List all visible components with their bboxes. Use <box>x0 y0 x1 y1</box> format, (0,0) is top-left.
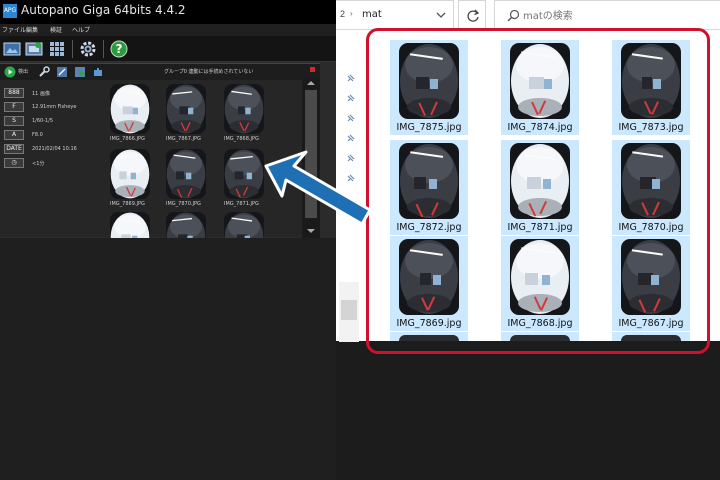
image-count-value: 11 画像 <box>32 91 50 97</box>
plugin-puzzle-icon[interactable] <box>92 66 104 78</box>
pin-icon[interactable] <box>346 134 355 143</box>
refresh-button[interactable] <box>458 0 486 30</box>
thumbnail-caption: IMG_7871.JPG <box>224 201 259 207</box>
toolbar-separator <box>103 40 104 58</box>
import-folder-icon[interactable] <box>25 40 43 58</box>
autopano-window: APG Autopano Giga 64bits 4.4.2 ファイル 編集 検… <box>0 0 336 480</box>
menu-verify[interactable]: 検証 <box>50 25 62 34</box>
group-thumbnail[interactable]: IMG_7871.JPG <box>224 149 264 207</box>
breadcrumb-current[interactable]: mat <box>362 9 382 20</box>
group-thumbnail[interactable]: IMG_7868.JPG <box>224 84 264 142</box>
thumbnail-image <box>224 84 264 134</box>
image-settings-icon[interactable] <box>74 66 86 78</box>
thumbnail-caption: IMG_7867.JPG <box>166 136 201 142</box>
autopano-titlebar: APG Autopano Giga 64bits 4.4.2 <box>0 0 336 24</box>
menu-edit[interactable]: 編集 <box>26 25 38 34</box>
image-edit-icon[interactable] <box>56 66 68 78</box>
render-play-icon[interactable] <box>4 66 16 78</box>
thumbnail-caption: IMG_7868.JPG <box>224 136 259 142</box>
settings-gear-icon[interactable] <box>79 40 97 58</box>
help-icon[interactable]: ? <box>110 40 128 58</box>
clock-icon: ◷ <box>4 158 24 168</box>
date-icon: DATE <box>4 144 24 154</box>
duration-value: <1分 <box>32 161 45 167</box>
thumbnail-image <box>166 84 206 134</box>
menu-file[interactable]: ファイル <box>2 25 26 34</box>
shutter-value: 1/60-1/5 <box>32 118 54 124</box>
autopano-logo: APG <box>3 4 17 18</box>
shutter-icon: S <box>4 116 24 126</box>
chevron-down-icon[interactable] <box>436 9 446 21</box>
nav-scrollbar-thumb[interactable] <box>341 300 357 320</box>
thumbnail-image <box>110 149 150 199</box>
thumbnail-caption: IMG_7866.JPG <box>110 136 145 142</box>
group-thumbnail[interactable]: IMG_7867.JPG <box>166 84 206 142</box>
render-label: 検出 <box>18 69 29 75</box>
main-toolbar: ? <box>0 36 336 62</box>
breadcrumb-separator: › <box>350 9 353 18</box>
search-input[interactable] <box>523 8 713 24</box>
toolbar-separator <box>72 40 73 58</box>
pin-icon[interactable] <box>346 74 355 83</box>
group-header: 検出 グループ0 連動には手続めされていない <box>0 64 320 80</box>
group-thumbnail[interactable]: IMG_7869.JPG <box>110 149 150 207</box>
svg-text:?: ? <box>116 42 123 56</box>
group-thumbnail[interactable]: IMG_7870.JPG <box>166 149 206 207</box>
autopano-workspace <box>0 238 336 480</box>
edit-wrench-icon[interactable] <box>38 66 50 78</box>
menu-bar: ファイル 編集 検証 ヘルプ <box>0 24 336 36</box>
thumbnail-image <box>166 149 206 199</box>
drag-arrow-icon <box>264 150 372 226</box>
pin-icon[interactable] <box>346 114 355 123</box>
detect-grid-icon[interactable] <box>48 40 66 58</box>
thumbnail-image <box>110 84 150 134</box>
group-label: グループ0 連動には手続めされていない <box>164 69 254 75</box>
focal-icon: F <box>4 102 24 112</box>
refresh-icon <box>467 9 480 22</box>
aperture-value: F8.0 <box>32 132 43 138</box>
search-box[interactable] <box>494 0 720 30</box>
scroll-up-icon[interactable] <box>302 78 320 88</box>
date-value: 2021/02/04 10:16 <box>32 146 77 152</box>
thumbnail-caption: IMG_7869.JPG <box>110 201 145 207</box>
group-thumbnail[interactable]: IMG_7866.JPG <box>110 84 150 142</box>
window-title: Autopano Giga 64bits 4.4.2 <box>21 3 186 17</box>
image-count-icon: 888 <box>4 88 24 98</box>
address-bar[interactable]: 2 › mat <box>336 0 454 30</box>
aperture-icon: A <box>4 130 24 140</box>
focal-value: 12.91mm Fisheye <box>32 104 77 110</box>
menu-help[interactable]: ヘルプ <box>72 25 90 34</box>
highlight-frame <box>366 28 710 354</box>
close-icon[interactable] <box>310 67 315 72</box>
breadcrumb-parent[interactable]: 2 <box>340 9 345 19</box>
open-images-icon[interactable] <box>3 40 21 58</box>
thumbnail-image <box>224 149 264 199</box>
pin-icon[interactable] <box>346 94 355 103</box>
search-icon <box>507 9 520 22</box>
thumbnail-caption: IMG_7870.JPG <box>166 201 201 207</box>
group-info: 888 11 画像 F 12.91mm Fisheye S 1/60-1/5 A… <box>0 82 104 238</box>
